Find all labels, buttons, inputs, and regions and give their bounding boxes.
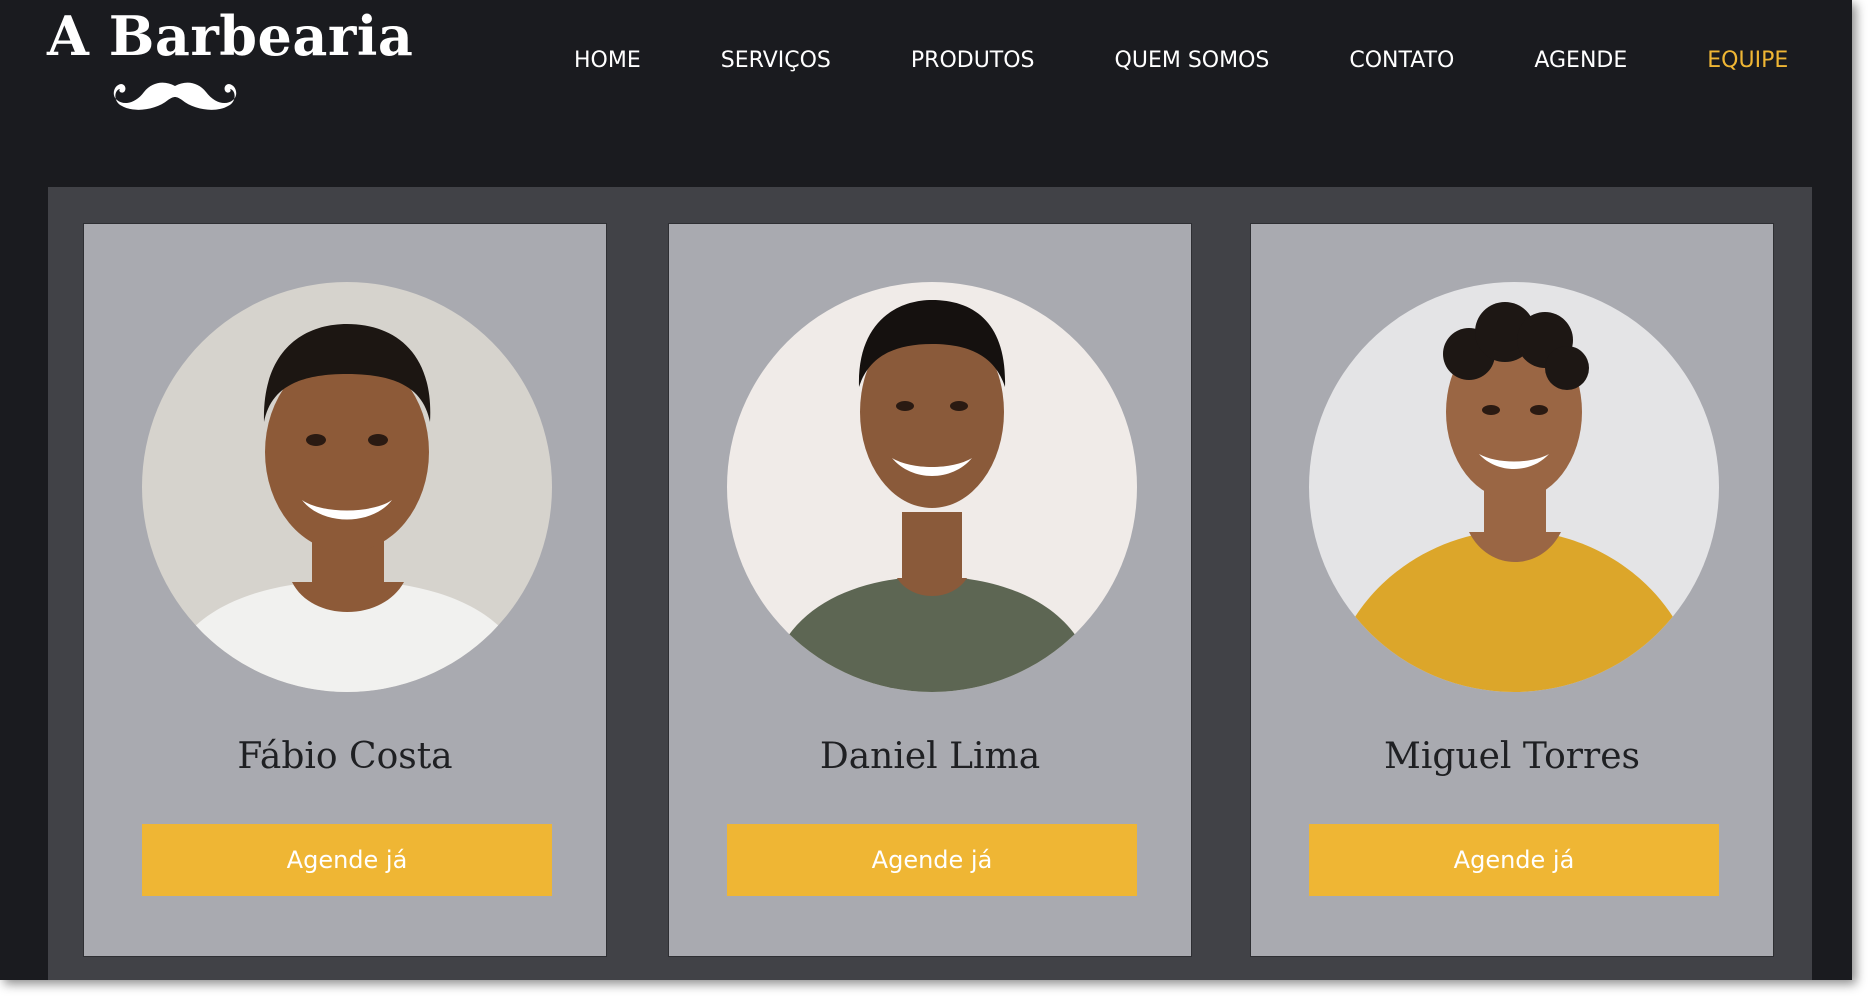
nav-servicos[interactable]: SERVIÇOS <box>721 48 831 73</box>
site-header: A Barbearia HOME SERVIÇOS PRODUTOS QUEM … <box>0 0 1852 150</box>
main-nav: HOME SERVIÇOS PRODUTOS QUEM SOMOS CONTAT… <box>574 0 1788 120</box>
book-now-button[interactable]: Agende já <box>727 824 1137 896</box>
nav-home[interactable]: HOME <box>574 48 641 73</box>
logo-text: A Barbearia <box>47 4 414 68</box>
team-member-name: Daniel Lima <box>819 736 1041 777</box>
team-member-photo <box>727 282 1137 692</box>
nav-contato[interactable]: CONTATO <box>1349 48 1454 73</box>
nav-agende[interactable]: AGENDE <box>1534 48 1627 73</box>
nav-produtos[interactable]: PRODUTOS <box>911 48 1035 73</box>
portrait-image <box>1309 282 1719 692</box>
team-section: Fábio Costa Agende já Daniel Lima Agende <box>48 187 1812 980</box>
team-member-name: Miguel Torres <box>1384 736 1640 777</box>
team-card: Fábio Costa Agende já <box>83 223 607 957</box>
book-now-button[interactable]: Agende já <box>1309 824 1719 896</box>
team-member-photo <box>1309 282 1719 692</box>
team-card: Miguel Torres Agende já <box>1250 223 1774 957</box>
book-now-button[interactable]: Agende já <box>142 824 552 896</box>
team-member-name: Fábio Costa <box>237 736 453 777</box>
team-card: Daniel Lima Agende já <box>668 223 1192 957</box>
nav-equipe[interactable]: EQUIPE <box>1707 48 1788 73</box>
mustache-icon <box>113 82 237 110</box>
nav-quem-somos[interactable]: QUEM SOMOS <box>1115 48 1270 73</box>
browser-viewport: A Barbearia HOME SERVIÇOS PRODUTOS QUEM … <box>0 0 1852 980</box>
team-member-photo <box>142 282 552 692</box>
portrait-image <box>727 282 1137 692</box>
portrait-image <box>142 282 552 692</box>
